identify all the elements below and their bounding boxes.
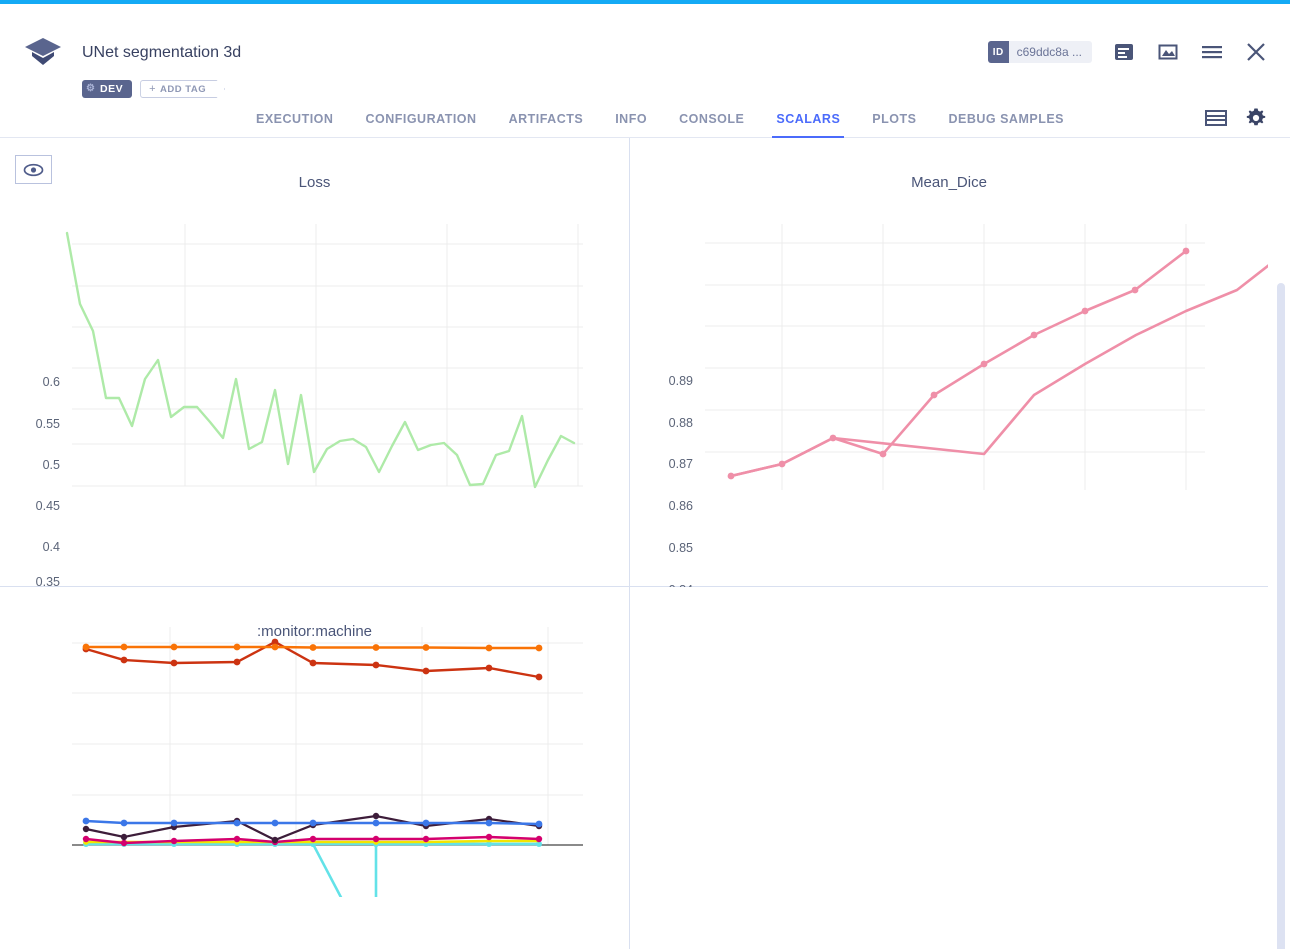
image-icon[interactable] [1156,40,1180,64]
tabbar-actions [1204,106,1268,130]
clearml-experiment-view: COMPLETED UNet segmentation 3d ⚙ DEV + A… [0,0,1290,949]
series-network-rx [83,841,542,897]
tab-execution[interactable]: EXECUTION [240,100,349,138]
chart-loss-svg [0,138,630,518]
chart-title-loss: Loss [0,174,629,191]
menu-icon[interactable] [1200,40,1224,64]
gear-small-icon: ⚙ [86,84,96,94]
log-icon[interactable] [1112,40,1136,64]
chart-panel-monitor-machine[interactable]: :monitor:machine [0,587,630,949]
dice-ytick-2: 0.86 [630,499,693,513]
add-tag-label: ADD TAG [160,84,206,95]
tab-debug-samples[interactable]: DEBUG SAMPLES [932,100,1080,138]
page-title: UNet segmentation 3d [82,44,241,62]
tab-info[interactable]: INFO [599,100,663,138]
header-actions: ID c69ddc8a ... [988,40,1268,64]
plus-icon: + [149,83,156,95]
id-value: c69ddc8a ... [1009,45,1092,59]
scalars-content: Loss [0,138,1290,949]
chart-panel-mean-dice[interactable]: Mean_Dice [630,138,1268,587]
tab-configuration[interactable]: CONFIGURATION [349,100,492,138]
chart-title-monitor-machine: :monitor:machine [0,623,629,640]
series-memory-used [83,644,543,652]
series-memory-free [83,818,543,828]
chart-panel-empty [630,587,1268,949]
table-view-icon[interactable] [1204,106,1228,130]
experiment-header: UNet segmentation 3d ⚙ DEV + ADD TAG ID … [0,4,1290,100]
add-tag-button[interactable]: + ADD TAG [140,80,225,98]
dice-ytick-4: 0.88 [630,416,693,430]
loss-ytick-0: 0.6 [10,375,60,389]
loss-ytick-1: 0.55 [4,417,60,431]
project-logo-icon [20,31,66,77]
id-label: ID [988,41,1009,63]
dice-ytick-1: 0.85 [630,541,693,555]
loss-line [67,233,574,487]
tab-artifacts[interactable]: ARTIFACTS [493,100,600,138]
tab-console[interactable]: CONSOLE [663,100,760,138]
tag-dev-label: DEV [100,83,123,95]
tab-scalars[interactable]: SCALARS [760,100,856,138]
tab-bar: EXECUTION CONFIGURATION ARTIFACTS INFO C… [0,100,1290,138]
loss-ytick-2: 0.5 [10,458,60,472]
dice-ytick-5: 0.89 [630,374,693,388]
close-icon[interactable] [1244,40,1268,64]
gear-icon[interactable] [1244,106,1268,130]
tab-plots[interactable]: PLOTS [856,100,932,138]
chart-title-mean-dice: Mean_Dice [630,174,1268,191]
tag-row: ⚙ DEV + ADD TAG [82,80,225,98]
tab-list: EXECUTION CONFIGURATION ARTIFACTS INFO C… [240,100,1080,138]
charts-grid: Loss [0,138,1285,949]
tag-dev[interactable]: ⚙ DEV [82,80,132,98]
chart-mean-dice-svg [630,138,1268,518]
eye-icon[interactable] [15,155,52,184]
loss-ytick-3: 0.45 [4,499,60,513]
vertical-scrollbar[interactable] [1277,283,1285,949]
loss-ytick-4: 0.4 [10,540,60,554]
dice-ytick-3: 0.87 [630,457,693,471]
experiment-id-chip[interactable]: ID c69ddc8a ... [988,41,1092,63]
mean-dice-markers [728,248,1190,480]
chart-panel-loss[interactable]: Loss [0,138,630,587]
